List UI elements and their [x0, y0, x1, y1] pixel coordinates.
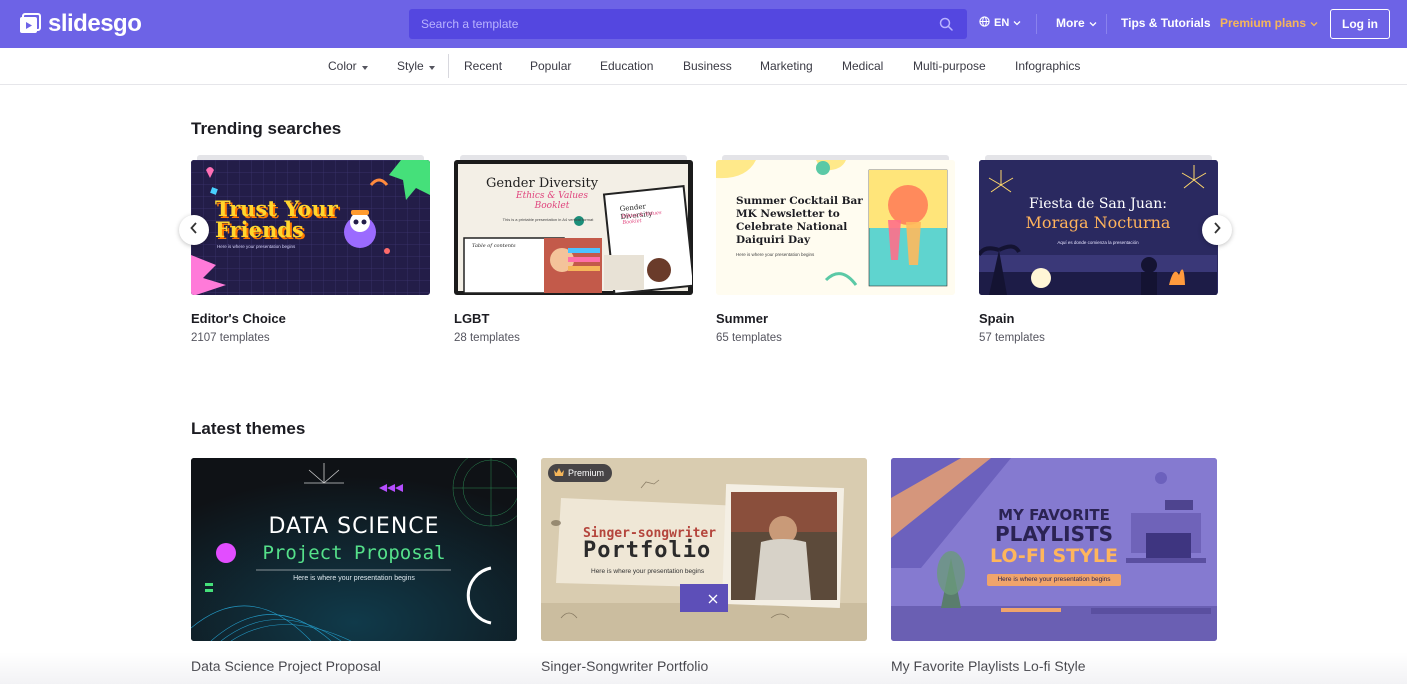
- search-bar[interactable]: [409, 9, 967, 39]
- thumb-title-2: Project Proposal: [262, 542, 446, 564]
- category-recent[interactable]: Recent: [464, 59, 502, 73]
- thumb-title: Trust Your Friends: [215, 196, 338, 242]
- premium-plans-label: Premium plans: [1220, 16, 1307, 30]
- slidesgo-logo-icon: [18, 12, 42, 36]
- thumb-subtitle: Here is where your presentation begins: [987, 574, 1121, 586]
- thumb-title: Gender Diversity: [486, 176, 599, 191]
- category-popular[interactable]: Popular: [530, 59, 571, 73]
- arrow-left-icon: [190, 221, 198, 239]
- divider: [448, 54, 449, 78]
- more-menu[interactable]: More: [1056, 16, 1097, 30]
- trend-label[interactable]: Spain: [979, 311, 1014, 326]
- thumb-subtitle: Here is where your presentation begins: [736, 252, 815, 257]
- login-button[interactable]: Log in: [1330, 9, 1390, 39]
- trend-count: 65 templates: [716, 332, 782, 344]
- premium-badge-label: Premium: [568, 468, 605, 478]
- thumb-title: Fiesta de San Juan:: [1029, 196, 1167, 212]
- trending-card-summer[interactable]: Summer Cocktail Bar MK Newsletter to Cel…: [716, 155, 955, 344]
- thumb-title-2: Portfolio: [583, 538, 712, 563]
- category-infographics[interactable]: Infographics: [1015, 59, 1080, 73]
- chevron-down-icon: [1310, 16, 1318, 30]
- thumb-title-2: Moraga Nocturna: [1025, 213, 1171, 232]
- chevron-down-icon: [1013, 17, 1021, 29]
- thumbnail[interactable]: Fiesta de San Juan: Moraga Nocturna Aquí…: [979, 160, 1218, 295]
- theme-title[interactable]: Singer-Songwriter Portfolio: [541, 658, 708, 674]
- language-selector[interactable]: EN: [979, 16, 1021, 30]
- caret-down-icon: [361, 59, 368, 73]
- logo[interactable]: slidesgo: [18, 9, 142, 39]
- category-multi-purpose[interactable]: Multi-purpose: [913, 59, 986, 73]
- category-medical[interactable]: Medical: [842, 59, 883, 73]
- trending-card-editors-choice[interactable]: Trust Your Friends Here is where your pr…: [191, 155, 430, 344]
- color-filter[interactable]: Color: [328, 59, 368, 73]
- thumb-subtitle: Ethics & Values Booklet: [516, 191, 588, 211]
- trend-count: 28 templates: [454, 332, 520, 344]
- thumb-title: Summer Cocktail Bar MK Newsletter to Cel…: [736, 195, 863, 246]
- trend-label[interactable]: LGBT: [454, 311, 489, 326]
- close-icon: [707, 592, 719, 604]
- thumb-text: This is a printable presentation in A4 v…: [502, 217, 594, 222]
- color-filter-label: Color: [328, 59, 357, 73]
- category-marketing[interactable]: Marketing: [760, 59, 813, 73]
- thumbnail[interactable]: Gender Diversity Ethics & Values Booklet…: [454, 160, 693, 295]
- carousel-prev-button[interactable]: [179, 215, 209, 245]
- premium-badge: Premium: [548, 464, 613, 482]
- carousel-next-button[interactable]: [1202, 215, 1232, 245]
- style-filter-label: Style: [397, 59, 424, 73]
- tips-tutorials-link[interactable]: Tips & Tutorials: [1121, 16, 1211, 30]
- trending-title: Trending searches: [191, 119, 342, 138]
- language-label: EN: [994, 17, 1010, 29]
- thumb-subtitle: Aquí es donde comienza la presentación: [1057, 240, 1139, 245]
- category-business[interactable]: Business: [683, 59, 732, 73]
- thumb-title: DATA SCIENCE: [268, 514, 440, 539]
- category-education[interactable]: Education: [600, 59, 653, 73]
- globe-icon: [979, 16, 990, 30]
- theme-title[interactable]: Data Science Project Proposal: [191, 658, 381, 674]
- thumbnail[interactable]: MY FAVORITE PLAYLISTS LO-FI STYLE Here i…: [891, 458, 1217, 641]
- arrow-right-icon: [1213, 221, 1221, 239]
- divider: [1036, 14, 1037, 34]
- thumbnail[interactable]: DATA SCIENCE Project Proposal Here is wh…: [191, 458, 517, 641]
- search-icon[interactable]: [939, 17, 953, 31]
- thumbnail[interactable]: Singer-songwriter Portfolio Here is wher…: [541, 458, 867, 641]
- crown-icon: [554, 468, 564, 478]
- theme-card-lofi-playlists[interactable]: MY FAVORITE PLAYLISTS LO-FI STYLE Here i…: [891, 458, 1217, 674]
- trend-count: 57 templates: [979, 332, 1045, 344]
- thumb-subtitle: Here is where your presentation begins: [293, 575, 415, 582]
- thumb-subtitle: Here is where your presentation begins: [591, 568, 705, 575]
- more-label: More: [1056, 16, 1085, 30]
- trending-card-spain[interactable]: Fiesta de San Juan: Moraga Nocturna Aquí…: [979, 155, 1218, 344]
- logo-text: slidesgo: [48, 10, 142, 37]
- trend-count: 2107 templates: [191, 332, 270, 344]
- latest-themes-title: Latest themes: [191, 419, 306, 438]
- thumbnail[interactable]: Summer Cocktail Bar MK Newsletter to Cel…: [716, 160, 955, 295]
- trend-label[interactable]: Editor's Choice: [191, 311, 286, 326]
- thumbnail[interactable]: Trust Your Friends Here is where your pr…: [191, 160, 430, 295]
- search-input[interactable]: [409, 9, 967, 39]
- theme-title[interactable]: My Favorite Playlists Lo-fi Style: [891, 658, 1086, 674]
- theme-card-data-science[interactable]: DATA SCIENCE Project Proposal Here is wh…: [191, 458, 517, 674]
- thumb-toc: Table of contents: [472, 243, 516, 249]
- top-navbar: slidesgo EN More Tips & Tutorials Premiu…: [0, 0, 1407, 48]
- theme-card-singer-songwriter[interactable]: Singer-songwriter Portfolio Here is wher…: [541, 458, 867, 674]
- chevron-down-icon: [1089, 16, 1097, 30]
- thumb-title-2: PLAYLISTS: [994, 522, 1114, 546]
- category-bar: Color Style Recent Popular Education Bus…: [0, 48, 1407, 85]
- divider: [1106, 14, 1107, 34]
- premium-plans-menu[interactable]: Premium plans: [1220, 16, 1318, 30]
- trending-card-lgbt[interactable]: Gender Diversity Ethics & Values Booklet…: [454, 155, 693, 344]
- trend-label[interactable]: Summer: [716, 311, 768, 326]
- thumb-subtitle: Here is where your presentation begins: [217, 244, 296, 249]
- thumb-title-3: LO-FI STYLE: [990, 545, 1118, 567]
- caret-down-icon: [428, 59, 435, 73]
- style-filter[interactable]: Style: [397, 59, 435, 73]
